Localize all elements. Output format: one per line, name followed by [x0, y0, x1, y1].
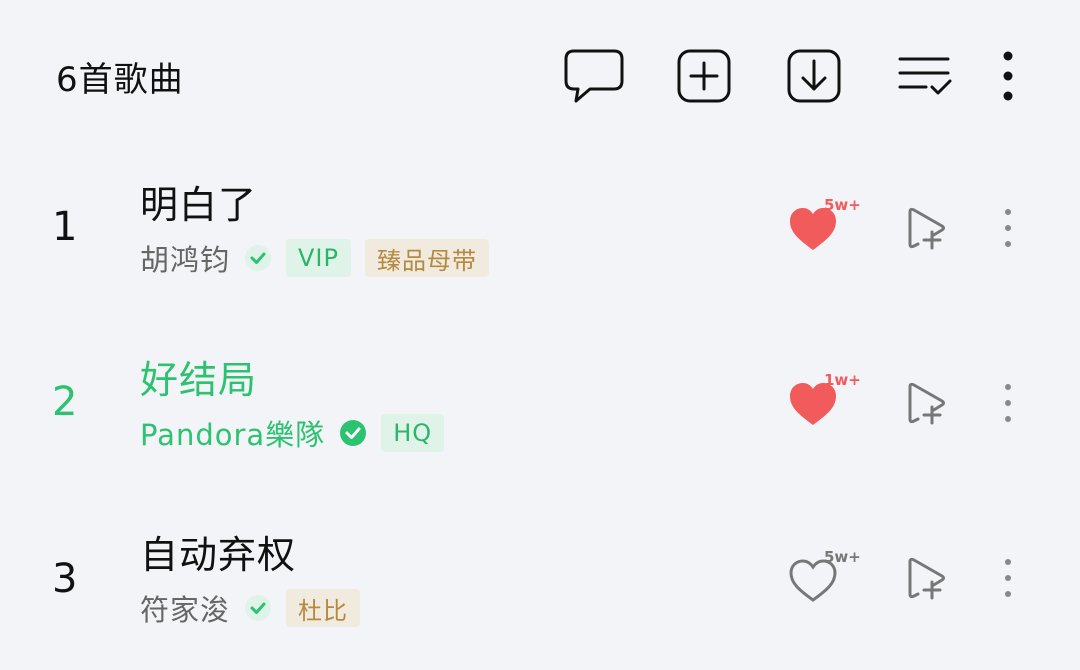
- song-row[interactable]: 3 自动弃权 符家浚 杜比 5w+: [0, 500, 1080, 670]
- song-index: 1: [52, 204, 78, 250]
- download-icon[interactable]: [782, 44, 846, 108]
- vip-tag: VIP: [286, 239, 351, 277]
- song-title: 好结局: [140, 358, 258, 402]
- verified-icon: [244, 594, 272, 622]
- song-title: 明白了: [140, 183, 258, 227]
- song-index: 2: [52, 379, 78, 425]
- like-count: 1w+: [824, 371, 861, 389]
- like-count: 5w+: [824, 196, 861, 214]
- song-list-header: 6首歌曲: [0, 0, 1080, 150]
- song-row-playing[interactable]: 2 好结局 Pandora樂隊 HQ 1w+: [0, 325, 1080, 495]
- like-count: 5w+: [824, 548, 861, 566]
- add-to-playlist-icon[interactable]: [904, 381, 950, 427]
- like-button[interactable]: 1w+: [788, 371, 868, 435]
- hq-tag: HQ: [381, 414, 445, 452]
- multi-select-icon[interactable]: [892, 44, 956, 108]
- song-more-icon[interactable]: [996, 381, 1020, 427]
- verified-icon: [339, 419, 367, 447]
- like-button[interactable]: 5w+: [788, 548, 868, 612]
- dolby-tag: 杜比: [286, 589, 361, 627]
- song-meta: 胡鸿钧 VIP 臻品母带: [140, 238, 489, 278]
- comment-icon[interactable]: [562, 44, 626, 108]
- more-icon[interactable]: [976, 44, 1040, 108]
- artist-name[interactable]: 胡鸿钧: [140, 237, 230, 279]
- add-to-playlist-icon[interactable]: [904, 556, 950, 602]
- song-title: 自动弃权: [140, 533, 297, 577]
- add-icon[interactable]: [672, 44, 736, 108]
- song-row[interactable]: 1 明白了 胡鸿钧 VIP 臻品母带 5w+: [0, 150, 1080, 320]
- artist-name[interactable]: 符家浚: [140, 587, 230, 629]
- song-count: 6首歌曲: [56, 60, 184, 100]
- song-more-icon[interactable]: [996, 556, 1020, 602]
- song-index: 3: [52, 556, 78, 602]
- song-meta: 符家浚 杜比: [140, 587, 361, 629]
- verified-icon: [244, 244, 272, 272]
- song-meta: Pandora樂隊 HQ: [140, 412, 445, 454]
- song-more-icon[interactable]: [996, 206, 1020, 252]
- add-to-playlist-icon[interactable]: [904, 206, 950, 252]
- quality-tag: 臻品母带: [364, 239, 489, 277]
- like-button[interactable]: 5w+: [788, 196, 868, 260]
- artist-name[interactable]: Pandora樂隊: [140, 412, 325, 454]
